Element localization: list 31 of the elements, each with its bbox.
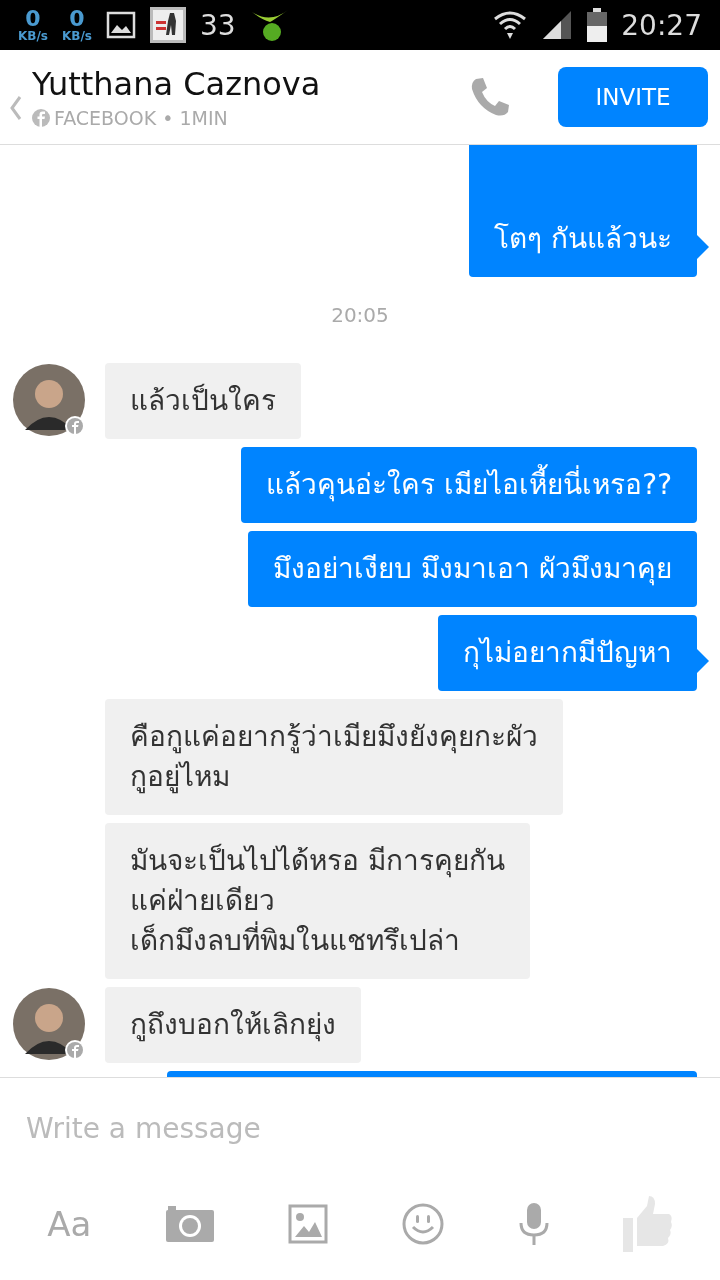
sent-message: กุไม่อยากมีปัญหา [438, 615, 697, 691]
clock: 20:27 [621, 8, 702, 42]
app-thumbnail-icon [149, 7, 186, 43]
received-message: คือกูแค่อยากรู้ว่าเมียมึงยังคุยกะผัว กูอยู่ไหม [105, 699, 563, 815]
battery-icon [587, 8, 608, 42]
back-icon[interactable] [10, 95, 22, 121]
invite-button[interactable]: INVITE [558, 67, 708, 127]
download-speed: 0 [25, 8, 41, 30]
speed-unit: KB/s [62, 30, 92, 42]
received-message: แล้วเป็นใคร [105, 363, 301, 439]
text-button[interactable]: Aa [47, 1204, 92, 1244]
received-message: มันจะเป็นไปได้หรอ มีการคุยกัน แค่ฝ่ายเดียว เด็กมึงลบที่พิมในแชทรึเปล่า [105, 823, 530, 979]
sent-message: มึงอย่าเงียบ มึงมาเอา ผัวมึงมาคุย [248, 531, 697, 607]
image-icon [105, 11, 136, 39]
photo-icon[interactable] [287, 1204, 328, 1244]
wifi-icon [493, 9, 528, 41]
contact-source: FACEBOOK • 1MIN [54, 107, 228, 129]
notification-count: 33 [199, 8, 236, 42]
signal-icon [541, 9, 574, 41]
thumbs-up-icon[interactable] [622, 1196, 673, 1252]
speed-unit: KB/s [18, 30, 48, 42]
microphone-icon[interactable] [518, 1203, 549, 1245]
upload-speed: 0 [69, 8, 85, 30]
sent-message: แล้วคุนอ่ะใคร เมียไอเหี้ยนี่เหรอ?? [241, 447, 697, 523]
sent-message: โตๆ กันแล้วนะ [469, 145, 697, 277]
smiley-icon[interactable] [402, 1203, 445, 1245]
facebook-icon [32, 109, 50, 127]
timestamp: 20:05 [330, 302, 390, 329]
camera-icon[interactable] [165, 1206, 214, 1242]
received-message: กูถึงบอกให้เลิกยุ่ง [105, 987, 361, 1063]
contact-name: Yutthana Caznova [32, 65, 322, 103]
